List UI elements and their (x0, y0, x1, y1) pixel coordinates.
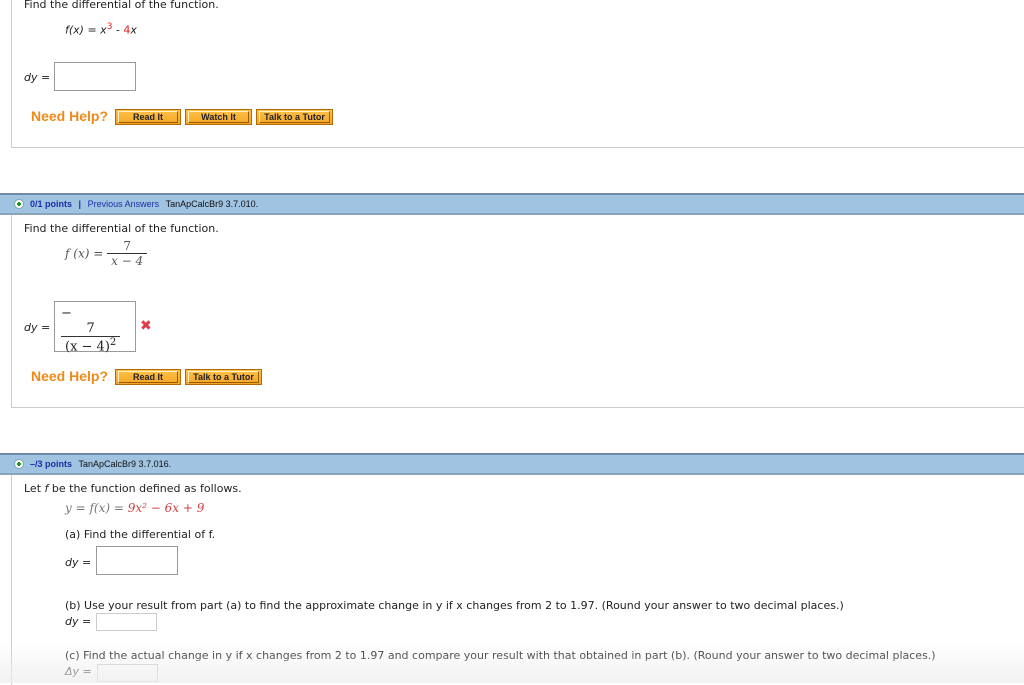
q3-points: –/3 points (30, 459, 73, 469)
q3-part-c-label: Δy = (65, 665, 92, 678)
q3-part-c: (c) Find the actual change in y if x cha… (65, 649, 936, 662)
q2-function: f (x) = 7x − 4 (65, 239, 148, 268)
question-2-header: 0/1 points | Previous Answers TanApCalcB… (0, 193, 1024, 215)
q1-prompt: Find the differential of the function. (24, 0, 219, 11)
q1-need-help: Need Help? (31, 108, 109, 124)
q3-part-c-input[interactable] (97, 664, 158, 682)
q2-dy-answer-box[interactable]: − 7 (x − 4)2 (54, 301, 136, 354)
question-2-panel: Find the differential of the function. f… (11, 215, 1024, 408)
previous-answers-link[interactable]: Previous Answers (88, 199, 160, 209)
separator: | (78, 199, 82, 209)
expand-plus-icon[interactable] (14, 199, 24, 209)
q3-part-a-input[interactable] (96, 546, 178, 575)
q2-read-it-button[interactable]: Read It (115, 369, 181, 385)
incorrect-x-icon: ✖ (140, 318, 152, 334)
q2-talk-to-tutor-button[interactable]: Talk to a Tutor (185, 369, 262, 385)
q1-dy-label: dy = (24, 71, 51, 84)
q1-function: f(x) = x3 - 4x (65, 22, 137, 37)
expand-plus-icon[interactable] (14, 459, 24, 469)
q1-dy-input[interactable] (54, 62, 136, 91)
q3-part-b-input[interactable] (96, 613, 157, 631)
q2-need-help: Need Help? (31, 368, 109, 384)
q2-prompt: Find the differential of the function. (24, 222, 219, 235)
q2-dy-label: dy = (24, 321, 51, 334)
q3-part-a: (a) Find the differential of f. (65, 528, 216, 541)
q1-watch-it-button[interactable]: Watch It (185, 109, 252, 125)
q2-points: 0/1 points (30, 199, 73, 209)
q1-talk-to-tutor-button[interactable]: Talk to a Tutor (256, 109, 333, 125)
q3-prompt: Let f be the function defined as follows… (24, 482, 242, 495)
question-3-panel: Let f be the function defined as follows… (11, 475, 1024, 685)
q3-part-a-label: dy = (65, 556, 92, 569)
question-1-panel: Find the differential of the function. f… (11, 0, 1024, 148)
q2-code: TanApCalcBr9 3.7.010. (165, 199, 259, 209)
question-3-header: –/3 points TanApCalcBr9 3.7.016. (0, 453, 1024, 475)
q1-read-it-button[interactable]: Read It (115, 109, 181, 125)
q3-part-b: (b) Use your result from part (a) to fin… (65, 599, 844, 612)
q3-part-b-label: dy = (65, 615, 92, 628)
q3-function: y = f(x) = 9x² − 6x + 9 (65, 501, 205, 515)
q3-code: TanApCalcBr9 3.7.016. (78, 459, 172, 469)
